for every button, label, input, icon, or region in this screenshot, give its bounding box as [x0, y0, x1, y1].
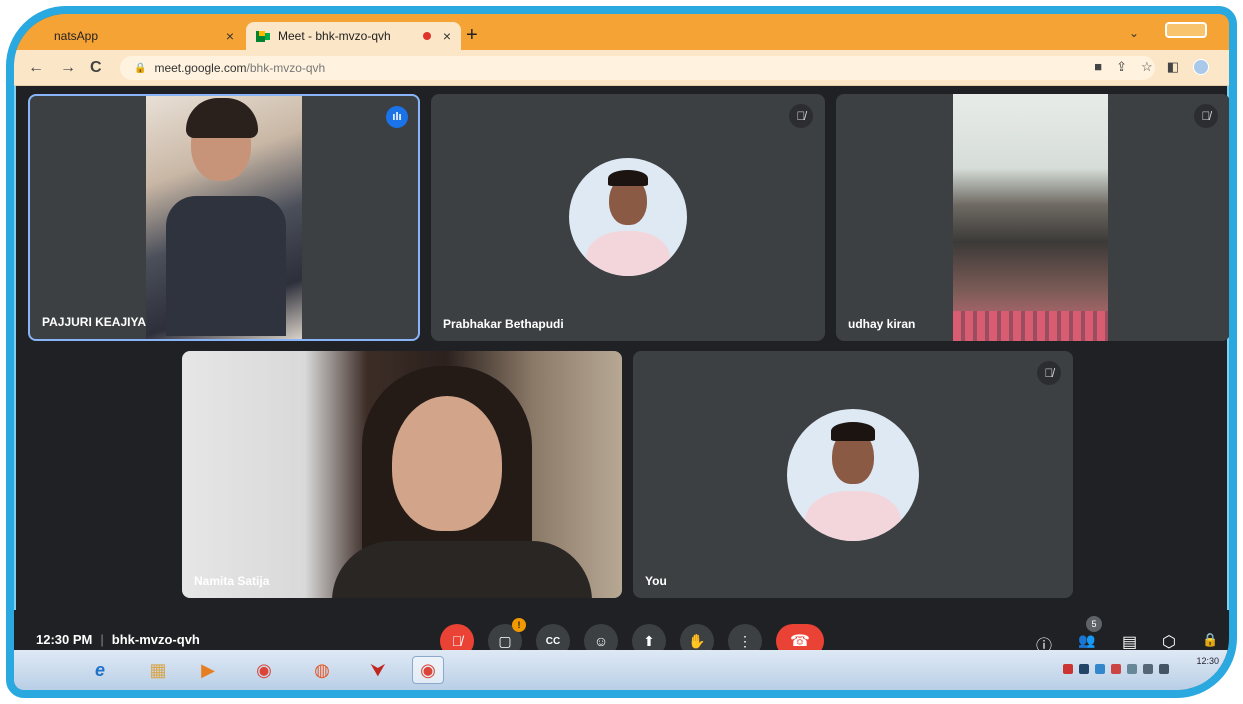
- participant-name: Namita Satija: [194, 574, 270, 588]
- media-player-icon[interactable]: ▶: [192, 656, 224, 684]
- internet-explorer-icon[interactable]: e: [84, 656, 116, 684]
- people-icon[interactable]: 👥: [1078, 632, 1095, 649]
- network-icon[interactable]: [1143, 664, 1153, 674]
- url-host: meet.google.com: [154, 61, 247, 75]
- tab-title: natsApp: [54, 29, 99, 43]
- participant-avatar: [787, 409, 919, 541]
- tray-app-icon[interactable]: [1095, 664, 1105, 674]
- mic-muted-icon: 🎙̸: [1194, 104, 1218, 128]
- participant-video: [146, 96, 302, 339]
- forward-arrow-icon[interactable]: →: [60, 59, 76, 77]
- participant-tile-prabhakar[interactable]: 🎙̸ Prabhakar Bethapudi: [431, 94, 825, 341]
- participant-tile-namita[interactable]: Namita Satija: [182, 351, 622, 598]
- chrome-icon[interactable]: ◉: [248, 656, 280, 684]
- taskbar-clock: 12:30: [1196, 656, 1219, 666]
- participant-name: You: [645, 574, 667, 588]
- browser-tab-strip: natsApp × Meet - bhk-mvzo-qvh × + ⌄: [14, 14, 1229, 50]
- speaking-indicator-icon: ılı: [386, 106, 408, 128]
- tray-app-icon[interactable]: [1111, 664, 1121, 674]
- windows-taskbar: e ▦ ▶ ◉ ◍ ⮟ ◉ 12:30: [14, 650, 1229, 690]
- participant-video: [953, 94, 1108, 341]
- url-path: /bhk-mvzo-qvh: [246, 61, 326, 75]
- participant-count-badge: 5: [1086, 616, 1102, 632]
- chat-icon[interactable]: ▤: [1122, 632, 1137, 652]
- screenshot-frame: natsApp × Meet - bhk-mvzo-qvh × + ⌄ ← → …: [6, 6, 1237, 698]
- cast-icon[interactable]: ■: [1094, 59, 1102, 75]
- system-tray: [1063, 664, 1169, 674]
- participant-name: PAJJURI KEAJIYA: [42, 315, 147, 329]
- acrobat-reader-icon[interactable]: ⮟: [362, 656, 394, 684]
- mic-muted-icon: 🎙̸: [789, 104, 813, 128]
- meeting-time: 12:30 PM: [36, 632, 93, 647]
- tab-whatsapp[interactable]: natsApp ×: [54, 22, 244, 50]
- lock-icon: 🔒: [134, 62, 147, 74]
- meeting-details: 12:30 PM | bhk-mvzo-qvh: [36, 632, 200, 647]
- participant-name: udhay kiran: [848, 317, 916, 331]
- address-bar-row: ← → C 🔒 meet.google.com/bhk-mvzo-qvh ■ ⇪…: [14, 50, 1229, 86]
- bookmark-star-icon[interactable]: ☆: [1141, 59, 1153, 75]
- activities-icon[interactable]: ⬡: [1162, 632, 1176, 652]
- meeting-code: bhk-mvzo-qvh: [111, 632, 200, 647]
- tab-search-chevron-icon[interactable]: ⌄: [1129, 26, 1139, 40]
- camera-icon: ▢: [498, 632, 512, 649]
- participant-video: [182, 351, 622, 598]
- tab-close-icon[interactable]: ×: [226, 28, 234, 44]
- chrome-active-icon[interactable]: ◉: [412, 656, 444, 684]
- participant-tile-pajjuri[interactable]: ılı PAJJURI KEAJIYA: [28, 94, 420, 341]
- warning-badge: !: [512, 618, 526, 632]
- participant-tile-udhay[interactable]: 🎙̸ udhay kiran: [836, 94, 1229, 341]
- participant-avatar: [569, 158, 687, 276]
- new-tab-button[interactable]: +: [466, 24, 478, 47]
- reload-icon[interactable]: C: [90, 59, 102, 77]
- participant-name: Prabhakar Bethapudi: [443, 317, 564, 331]
- tab-close-icon[interactable]: ×: [443, 28, 451, 44]
- host-controls-icon[interactable]: 🔒: [1202, 632, 1218, 648]
- recording-indicator-icon: [423, 32, 431, 40]
- participant-tile-you[interactable]: 🎙̸ You: [633, 351, 1073, 598]
- side-panel-icon[interactable]: ◧: [1167, 59, 1179, 75]
- tray-flag-icon[interactable]: [1063, 664, 1073, 674]
- mic-muted-icon: 🎙̸: [1037, 361, 1061, 385]
- volume-icon[interactable]: [1159, 664, 1169, 674]
- tab-title: Meet - bhk-mvzo-qvh: [278, 29, 391, 43]
- share-icon[interactable]: ⇪: [1116, 59, 1127, 75]
- tab-meet[interactable]: Meet - bhk-mvzo-qvh ×: [246, 22, 461, 50]
- url-field[interactable]: 🔒 meet.google.com/bhk-mvzo-qvh: [120, 56, 1155, 80]
- google-meet-icon: [256, 30, 270, 42]
- window-control-button[interactable]: [1165, 22, 1207, 38]
- back-arrow-icon[interactable]: ←: [28, 59, 44, 77]
- toolbar-icons: ■ ⇪ ☆ ◧: [1094, 59, 1209, 75]
- tray-app-icon[interactable]: [1127, 664, 1137, 674]
- firefox-icon[interactable]: ◍: [306, 656, 338, 684]
- file-explorer-icon[interactable]: ▦: [142, 656, 174, 684]
- bluetooth-icon[interactable]: [1079, 664, 1089, 674]
- profile-avatar-icon[interactable]: [1193, 59, 1209, 75]
